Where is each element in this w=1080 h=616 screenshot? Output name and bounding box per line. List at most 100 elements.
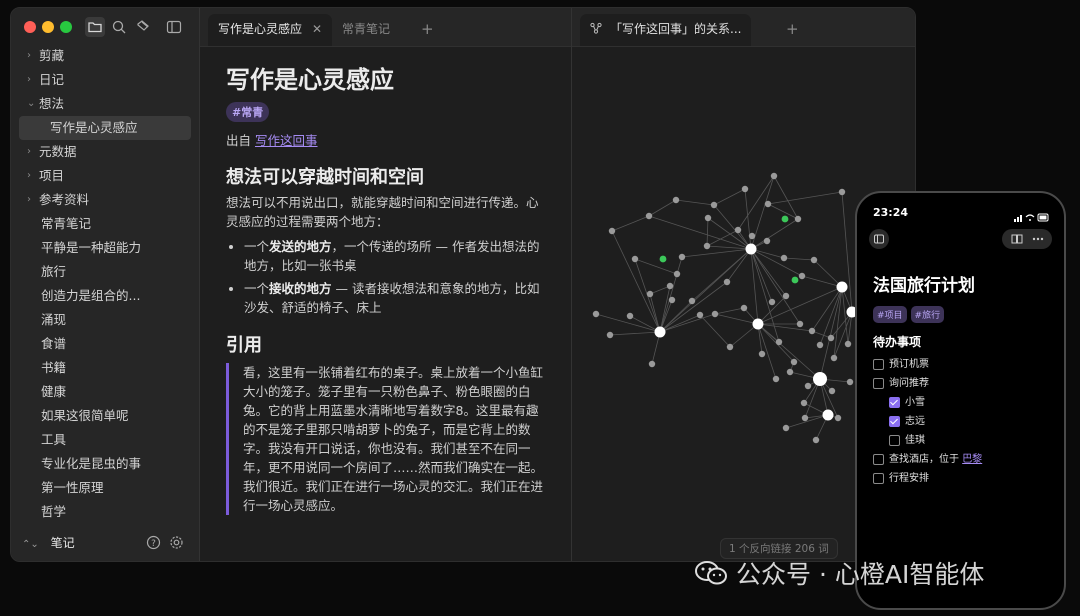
sidebar-file[interactable]: 食谱 bbox=[19, 332, 191, 356]
graph-node[interactable] bbox=[626, 312, 634, 320]
graph-node[interactable] bbox=[804, 382, 812, 390]
phone-tag[interactable]: #项目 bbox=[873, 306, 907, 323]
checkbox[interactable] bbox=[873, 378, 884, 389]
graph-node-hub[interactable] bbox=[822, 409, 834, 421]
graph-node[interactable] bbox=[830, 354, 838, 362]
sidebar-file[interactable]: 常青笔记 bbox=[19, 212, 191, 236]
graph-node[interactable] bbox=[844, 340, 852, 348]
graph-node[interactable] bbox=[794, 215, 802, 223]
chevron-right-icon[interactable]: › bbox=[27, 140, 31, 164]
checkbox[interactable] bbox=[889, 435, 900, 446]
phone-menu-button[interactable] bbox=[1002, 229, 1052, 249]
checkbox[interactable] bbox=[873, 473, 884, 484]
sidebar-file[interactable]: 书籍 bbox=[19, 356, 191, 380]
graph-node[interactable] bbox=[834, 414, 842, 422]
sidebar-file[interactable]: 涌现 bbox=[19, 308, 191, 332]
graph-node[interactable] bbox=[790, 358, 798, 366]
graph-node[interactable] bbox=[666, 282, 674, 290]
graph-node-attachment[interactable] bbox=[791, 276, 799, 284]
graph-node[interactable] bbox=[770, 172, 778, 180]
tab-active-note[interactable]: 写作是心灵感应 ✕ bbox=[208, 14, 333, 46]
new-tab-button[interactable]: + bbox=[786, 20, 799, 38]
tab-evergreen-notes[interactable]: 常青笔记 bbox=[332, 14, 400, 46]
chevron-right-icon[interactable]: › bbox=[27, 44, 31, 68]
graph-node[interactable] bbox=[631, 255, 639, 263]
chevron-down-icon[interactable]: ⌄ bbox=[27, 92, 35, 116]
minimize-window-button[interactable] bbox=[42, 21, 54, 33]
graph-node[interactable] bbox=[711, 310, 719, 318]
graph-node[interactable] bbox=[816, 341, 824, 349]
graph-node[interactable] bbox=[704, 214, 712, 222]
graph-node[interactable] bbox=[645, 212, 653, 220]
sidebar-file[interactable]: 哲学 bbox=[19, 500, 191, 524]
toggle-sidebar-icon[interactable] bbox=[165, 18, 183, 36]
sidebar-file[interactable]: 第一性原理 bbox=[19, 476, 191, 500]
graph-node-hub[interactable] bbox=[654, 326, 666, 338]
tab-local-graph[interactable]: 「写作这回事」的关系... bbox=[580, 14, 752, 46]
vault-switcher[interactable]: ⌃⌄ 笔记 bbox=[22, 534, 75, 551]
graph-node[interactable] bbox=[668, 296, 676, 304]
sidebar-folder[interactable]: › 项目 bbox=[19, 164, 191, 188]
graph-node[interactable] bbox=[764, 200, 772, 208]
graph-node-attachment[interactable] bbox=[659, 255, 667, 263]
graph-node-hub[interactable] bbox=[745, 243, 757, 255]
graph-node[interactable] bbox=[672, 196, 680, 204]
graph-node-hub[interactable] bbox=[836, 281, 848, 293]
sidebar-folder[interactable]: › 日记 bbox=[19, 68, 191, 92]
sidebar-file[interactable]: 工具 bbox=[19, 428, 191, 452]
graph-node[interactable] bbox=[780, 254, 788, 262]
phone-tag[interactable]: #旅行 bbox=[910, 306, 945, 323]
close-tab-icon[interactable]: ✕ bbox=[312, 22, 322, 36]
sidebar-folder[interactable]: ⌄ 想法 bbox=[19, 92, 191, 116]
chevron-right-icon[interactable]: › bbox=[27, 188, 31, 212]
graph-node[interactable] bbox=[798, 272, 806, 280]
graph-node[interactable] bbox=[734, 226, 742, 234]
graph-node[interactable] bbox=[800, 399, 808, 407]
graph-node-attachment[interactable] bbox=[781, 215, 789, 223]
graph-node[interactable] bbox=[726, 343, 734, 351]
sidebar-file[interactable]: 创造力是组合的... bbox=[19, 284, 191, 308]
chevron-right-icon[interactable]: › bbox=[27, 164, 31, 188]
graph-node[interactable] bbox=[592, 310, 600, 318]
graph-node[interactable] bbox=[696, 311, 704, 319]
graph-node[interactable] bbox=[688, 297, 696, 305]
bookmarks-icon[interactable] bbox=[135, 18, 153, 36]
graph-node[interactable] bbox=[828, 387, 836, 395]
sidebar-folder[interactable]: › 元数据 bbox=[19, 140, 191, 164]
graph-node[interactable] bbox=[838, 188, 846, 196]
note-tag[interactable]: #常青 bbox=[226, 102, 270, 122]
graph-node[interactable] bbox=[846, 378, 854, 386]
checkbox[interactable] bbox=[873, 454, 884, 465]
search-icon[interactable] bbox=[110, 18, 128, 36]
graph-node-hub[interactable] bbox=[752, 318, 764, 330]
sidebar-file[interactable]: 专业化是昆虫的事 bbox=[19, 452, 191, 476]
graph-node[interactable] bbox=[768, 298, 776, 306]
graph-node-hub[interactable] bbox=[813, 372, 827, 386]
chevron-right-icon[interactable]: › bbox=[27, 68, 31, 92]
graph-node[interactable] bbox=[678, 253, 686, 261]
new-tab-button[interactable]: + bbox=[421, 20, 434, 38]
close-window-button[interactable] bbox=[24, 21, 36, 33]
zoom-window-button[interactable] bbox=[60, 21, 72, 33]
settings-gear-icon[interactable] bbox=[169, 535, 184, 554]
graph-node[interactable] bbox=[812, 436, 820, 444]
graph-node[interactable] bbox=[782, 292, 790, 300]
sidebar-file[interactable]: 如果这很简单呢 bbox=[19, 404, 191, 428]
graph-node[interactable] bbox=[673, 270, 681, 278]
graph-node[interactable] bbox=[741, 185, 749, 193]
graph-node[interactable] bbox=[801, 414, 809, 422]
graph-node[interactable] bbox=[606, 331, 614, 339]
sidebar-folder[interactable]: › 参考资料 bbox=[19, 188, 191, 212]
graph-node[interactable] bbox=[782, 424, 790, 432]
graph-node[interactable] bbox=[796, 320, 804, 328]
source-link[interactable]: 写作这回事 bbox=[255, 133, 318, 148]
graph-node[interactable] bbox=[740, 304, 748, 312]
phone-sidebar-button[interactable] bbox=[869, 229, 889, 249]
graph-node[interactable] bbox=[648, 360, 656, 368]
graph-node[interactable] bbox=[775, 338, 783, 346]
graph-node[interactable] bbox=[710, 201, 718, 209]
graph-node[interactable] bbox=[786, 368, 794, 376]
graph-node[interactable] bbox=[748, 232, 756, 240]
graph-node[interactable] bbox=[810, 256, 818, 264]
files-icon[interactable] bbox=[85, 17, 105, 37]
